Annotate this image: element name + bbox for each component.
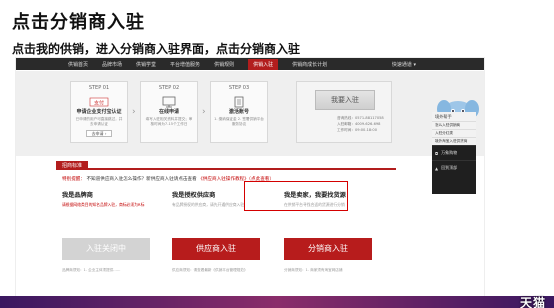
brand-logo: 天猫 xyxy=(519,296,546,308)
side-panel-link[interactable]: 境外淘宝入驻供货商 xyxy=(432,137,476,145)
chevron-right-icon: › xyxy=(132,107,136,117)
slide-title: 点击分销商入驻 xyxy=(12,12,145,33)
brand-column: 我是品牌商 请根据网络类目的知名品牌入驻，商标必须为R标 入驻关闭中 品牌商须知… xyxy=(62,190,162,300)
chevron-right-icon: › xyxy=(202,107,206,117)
monitor-icon xyxy=(159,93,179,108)
slide-subtitle: 点击我的供销，进入分销商入驻界面，点击分销商入驻 xyxy=(12,42,301,56)
step-card-1: STEP 01 支付 申请企业支付宝认证 已申请的用户可直接跳过，并去申请认证 … xyxy=(70,81,128,143)
step-number: STEP 03 xyxy=(228,85,250,91)
svg-text:支付: 支付 xyxy=(94,100,104,107)
brand-settle-button: 入驻关闭中 xyxy=(62,238,150,260)
side-panel-head: 境外帮手 xyxy=(432,112,476,121)
apply-button[interactable]: 我要入驻 xyxy=(315,90,375,110)
column-footnote: 品牌商须知：1. 企业主体须提供…… xyxy=(62,268,121,272)
contact-hours: 工作时间：09:00-18:00 xyxy=(337,128,377,132)
nav-item-settle[interactable]: 供销入驻 xyxy=(248,58,279,70)
column-title: 我是品牌商 xyxy=(62,192,93,199)
step-title: 在线申请 xyxy=(158,109,179,115)
step-desc: 已申请的用户可直接跳过，并去申请认证 xyxy=(75,117,123,126)
top-nav: 供销首页 品牌市场 供销学堂 平台增值服务 供销规则 供销入驻 供销商成长计划 … xyxy=(16,58,484,70)
nav-item-brand-market[interactable]: 品牌市场 xyxy=(102,61,122,68)
column-footnote: 供应商须知：请查看最新《供销平台管理规范》 xyxy=(172,268,248,272)
arrow-up-icon: ▲ xyxy=(435,165,439,171)
side-panel-shop-label: 万象购物 xyxy=(441,150,458,155)
column-desc: 请根据网络类目的知名品牌入驻，商标必须为R标 xyxy=(62,202,145,207)
step-title: 激活账号 xyxy=(228,109,249,115)
highlight-box xyxy=(244,181,348,211)
step-desc: 1. 缴纳保证金 2. 签署供销平台服务协议 xyxy=(214,117,264,126)
steps-area: STEP 01 支付 申请企业支付宝认证 已申请的用户可直接跳过，并去申请认证 … xyxy=(16,71,484,156)
alipay-logo-icon: 支付 xyxy=(89,93,109,107)
nav-item-services[interactable]: 平台增值服务 xyxy=(170,61,200,68)
step-card-2: STEP 02 在线申请 填写入驻相关资料并提交；审核时间为7-15个工作日 xyxy=(140,81,198,143)
step-number: STEP 02 xyxy=(158,85,180,91)
embedded-screenshot: 供销首页 品牌市场 供销学堂 平台增值服务 供销规则 供销入驻 供销商成长计划 … xyxy=(15,57,485,302)
side-panel-link[interactable]: 怎么入驻供销商 xyxy=(432,121,476,129)
step-title: 申请企业支付宝认证 xyxy=(76,109,122,115)
nav-item-home[interactable]: 供销首页 xyxy=(68,61,88,68)
go-apply-button[interactable]: 去申请 › xyxy=(86,130,112,137)
contact-info: 咨询热线：0571-88117058 入驻邮箱：4009-626-698 工作时… xyxy=(337,115,384,133)
step-card-3: STEP 03 激活账号 1. 缴纳保证金 2. 签署供销平台服务协议 xyxy=(210,81,268,143)
back-to-top[interactable]: ▲ 回到顶部 xyxy=(432,160,476,175)
distributor-settle-button[interactable]: 分销商入驻 xyxy=(284,238,372,260)
back-to-top-label: 回到顶部 xyxy=(441,165,458,170)
nav-item-rules[interactable]: 供销规则 xyxy=(214,61,234,68)
document-icon xyxy=(229,93,249,108)
notice-text: 不知道供应商入驻怎么操作？新供应商入驻请点击查看 xyxy=(86,177,197,182)
side-panel-shop[interactable]: ◘ 万象购物 xyxy=(432,145,476,160)
side-panel-link[interactable]: 入驻分红类 xyxy=(432,129,476,137)
notice: 特别提醒： 不知道供应商入驻怎么操作？新供应商入驻请点击查看 《供应商入驻操作教… xyxy=(62,176,274,182)
notice-label: 特别提醒： xyxy=(62,177,85,182)
nav-item-growth[interactable]: 供销商成长计划 xyxy=(292,61,327,68)
floating-side-panel: 境外帮手 怎么入驻供销商 入驻分红类 境外淘宝入驻供货商 ◘ 万象购物 ▲ 回到… xyxy=(432,112,476,194)
step-desc: 填写入驻相关资料并提交；审核时间为7-15个工作日 xyxy=(145,117,193,126)
bottom-brand-bar xyxy=(0,296,554,308)
bag-icon: ◘ xyxy=(435,150,439,156)
supplier-settle-button[interactable]: 供应商入驻 xyxy=(172,238,260,260)
tab-standards[interactable]: 招商标准 xyxy=(56,161,89,170)
step-number: STEP 01 xyxy=(88,85,110,91)
column-footnote: 分销商须知：1. 商家须有淘宝网店铺 xyxy=(284,268,343,272)
quick-access-menu[interactable]: 快速通道 ▾ xyxy=(392,61,416,68)
apply-panel: 我要入驻 咨询热线：0571-88117058 入驻邮箱：4009-626-69… xyxy=(296,81,392,143)
nav-item-academy[interactable]: 供销学堂 xyxy=(136,61,156,68)
